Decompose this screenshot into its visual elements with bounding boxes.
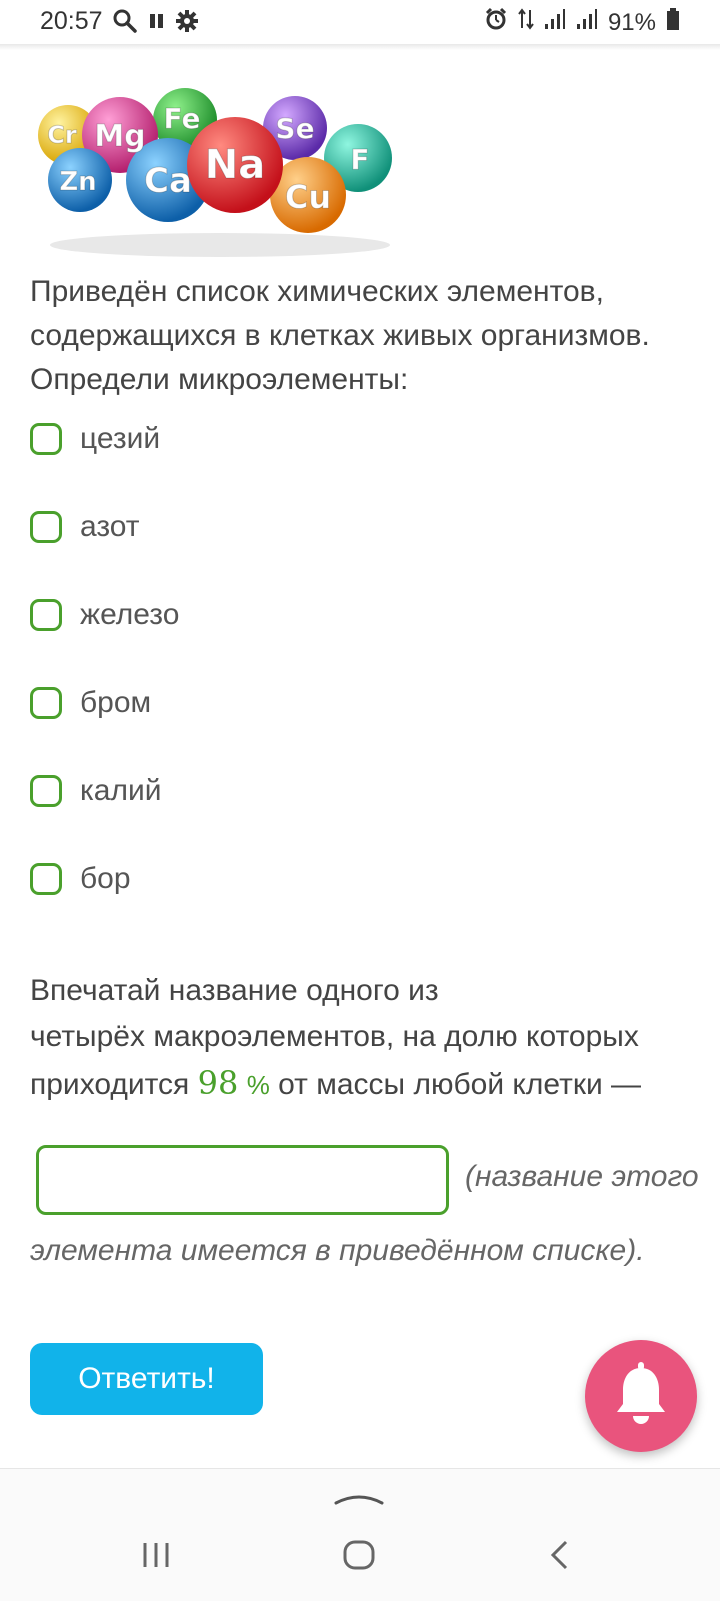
back-icon[interactable] (548, 1539, 572, 1576)
option-item[interactable]: цезий (30, 422, 160, 456)
signal-icon (544, 8, 566, 37)
option-label: цезий (80, 422, 161, 455)
task2-text: Впечатай название одного из четырёх макр… (30, 968, 690, 1108)
percent-value: 98 (197, 1064, 239, 1102)
option-label: бром (80, 686, 152, 719)
data-arrows-icon (518, 7, 534, 38)
pause-icon (148, 8, 166, 39)
status-bar: 20:57 91% (0, 0, 720, 44)
gear-icon (174, 8, 200, 39)
task2-text-after: от массы любой клетки — (269, 1068, 642, 1101)
task2-text-before: приходится (30, 1068, 198, 1101)
checkbox[interactable] (30, 599, 62, 631)
checkbox[interactable] (30, 511, 62, 543)
task2-line: четырёх макроэлементов, на долю которых (30, 1020, 639, 1053)
option-label: железо (80, 598, 180, 631)
checkbox[interactable] (30, 863, 62, 895)
home-icon[interactable] (342, 1539, 376, 1576)
option-item[interactable]: железо (30, 598, 179, 632)
search-icon (112, 8, 138, 39)
element-label: Cr (47, 121, 77, 149)
element-label: Na (205, 142, 265, 188)
element-label: Ca (144, 161, 192, 201)
element-label: F (350, 143, 369, 176)
status-bar-shadow (0, 44, 720, 50)
signal-icon (576, 8, 598, 37)
element-label: Cu (285, 178, 331, 216)
checkbox[interactable] (30, 775, 62, 807)
option-label: калий (80, 774, 162, 807)
question-text: Приведён список химических элементов, со… (30, 275, 650, 396)
notification-bell-button[interactable] (585, 1340, 697, 1452)
percent-sign: % (246, 1070, 270, 1100)
battery-percent: 91% (607, 8, 656, 36)
task2-line: Впечатай название одного из (30, 974, 439, 1007)
option-item[interactable]: бром (30, 686, 151, 720)
option-item[interactable]: бор (30, 862, 131, 896)
chevron-up-icon[interactable] (333, 1489, 385, 1512)
element-label: Se (275, 112, 314, 145)
answer-input[interactable] (36, 1145, 449, 1215)
element-label: Zn (59, 167, 96, 197)
recent-apps-icon[interactable] (140, 1539, 172, 1576)
option-label: азот (80, 510, 140, 543)
bell-icon (611, 1361, 671, 1431)
alarm-icon (484, 7, 508, 38)
element-label: Fe (164, 102, 201, 135)
element-label: Mg (94, 119, 145, 154)
input-hint-continued: элемента имеется в приведённом списке). (30, 1234, 645, 1267)
status-time: 20:57 (40, 7, 103, 35)
checkbox[interactable] (30, 423, 62, 455)
system-nav-bar (0, 1468, 720, 1601)
option-item[interactable]: азот (30, 510, 140, 544)
task2-line: приходится 98 % от массы любой клетки — (30, 1060, 690, 1108)
option-item[interactable]: калий (30, 774, 162, 808)
input-hint: (название этого (465, 1160, 699, 1193)
chemical-elements-image: Cr Mg Fe Se F Zn Ca Na Cu (30, 80, 410, 260)
submit-button[interactable]: Ответить! (30, 1343, 263, 1415)
option-label: бор (80, 862, 131, 895)
checkbox[interactable] (30, 687, 62, 719)
battery-icon (666, 7, 680, 38)
